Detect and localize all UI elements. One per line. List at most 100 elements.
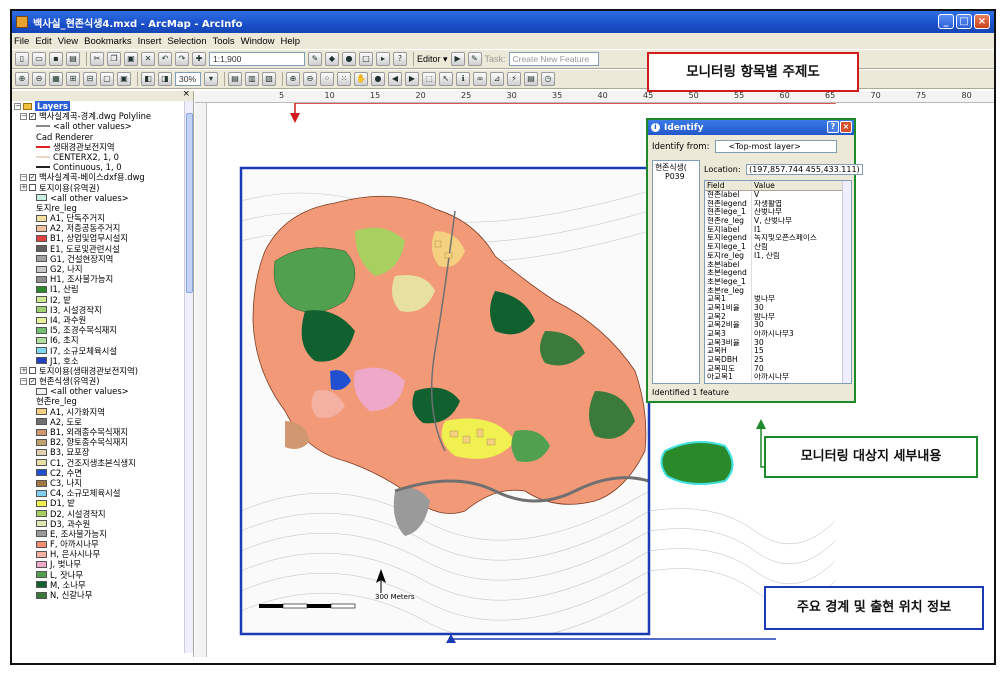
toc-root[interactable]: − Layers: [12, 101, 184, 112]
open-folder-icon[interactable]: ▭: [32, 52, 46, 66]
menu-window[interactable]: Window: [241, 36, 275, 47]
fixed-zoom-in-icon[interactable]: ⁘: [320, 72, 334, 86]
redo-icon[interactable]: ↷: [175, 52, 189, 66]
toc-close-icon[interactable]: ×: [182, 91, 190, 99]
new-document-icon[interactable]: ▯: [15, 52, 29, 66]
focus-frame-icon[interactable]: ▥: [245, 72, 259, 86]
next-extent-icon[interactable]: ◨: [158, 72, 172, 86]
select-elements-icon[interactable]: ↖: [439, 72, 453, 86]
editor-toolbar-icon[interactable]: ✎: [308, 52, 322, 66]
attribute-row[interactable]: 아교목1 아까시나무: [705, 373, 851, 383]
hyperlink-icon[interactable]: ⚡: [507, 72, 521, 86]
map-scale-combo[interactable]: 1:1,900: [209, 52, 305, 66]
save-icon[interactable]: ▪: [49, 52, 63, 66]
attribute-row[interactable]: 교목1비율 30: [705, 303, 851, 313]
layer-visibility-checkbox[interactable]: ✓: [29, 377, 36, 385]
value-column-header[interactable]: Value: [752, 181, 842, 190]
identify-tree-feature[interactable]: P039: [655, 172, 697, 181]
expand-icon[interactable]: −: [20, 173, 27, 181]
attribute-row[interactable]: 교목2 밤나무: [705, 312, 851, 322]
html-popup-icon[interactable]: ▤: [524, 72, 538, 86]
layer-visibility-checkbox[interactable]: ✓: [29, 112, 36, 120]
maximize-button[interactable]: □: [956, 14, 972, 29]
command-line-icon[interactable]: □: [359, 52, 373, 66]
identify-tree-layer[interactable]: 현존식생(: [655, 163, 697, 172]
attribute-row[interactable]: 토지label I1: [705, 225, 851, 235]
attribute-row[interactable]: 현존label V: [705, 191, 851, 200]
catalog-icon[interactable]: ●: [342, 52, 356, 66]
select-features-icon[interactable]: ⬚: [422, 72, 436, 86]
edit-tool-icon[interactable]: ▶: [450, 52, 465, 66]
toc-scrollbar[interactable]: [184, 101, 193, 653]
menu-selection[interactable]: Selection: [167, 36, 206, 47]
minimize-button[interactable]: _: [938, 14, 954, 29]
zoom-whole-page-icon[interactable]: ▢: [100, 72, 114, 86]
task-combo[interactable]: Create New Feature: [508, 52, 599, 66]
back-arrow-icon[interactable]: ◀: [388, 72, 402, 86]
attribute-row[interactable]: 현존re_leg V, 산벚나무: [705, 217, 851, 226]
expand-icon[interactable]: −: [20, 112, 27, 120]
attribute-row[interactable]: 초본lege_1: [705, 277, 851, 287]
map-view[interactable]: 5 10 15 20 25 30 35 40 45 50 55 60 65 70 75 80 300 Mete…: [195, 91, 996, 657]
toc-layer-item[interactable]: − ✓ 백사실계곡-베이스dxf용.dwg: [12, 172, 184, 182]
model-builder-icon[interactable]: ▸: [376, 52, 390, 66]
layer-visibility-checkbox[interactable]: ✓: [29, 173, 36, 181]
attribute-row[interactable]: 토지legend 녹지및오픈스페이스: [705, 234, 851, 244]
identify-icon[interactable]: ℹ: [456, 72, 470, 86]
identify-from-select[interactable]: <Top-most layer>: [715, 140, 838, 153]
menu-insert[interactable]: Insert: [138, 36, 162, 47]
undo-icon[interactable]: ↶: [158, 52, 172, 66]
toc-scroll-thumb[interactable]: [186, 113, 193, 293]
collapse-icon[interactable]: −: [14, 102, 21, 110]
attribute-row[interactable]: 교목H 15: [705, 347, 851, 357]
attribute-row[interactable]: 교목3 아까시나무3: [705, 330, 851, 339]
layout-zoom-out-icon[interactable]: ⊟: [83, 72, 97, 86]
print-icon[interactable]: ▤: [66, 52, 80, 66]
menu-file[interactable]: File: [14, 36, 29, 47]
attribute-row[interactable]: 초본label: [705, 260, 851, 270]
fixed-zoom-out-icon[interactable]: ⁙: [337, 72, 351, 86]
attribute-row[interactable]: 교목1 벚나무: [705, 295, 851, 304]
attribute-row[interactable]: 교목3비율 30: [705, 338, 851, 348]
sketch-tool-icon[interactable]: ✎: [467, 52, 482, 66]
expand-icon[interactable]: −: [20, 377, 27, 385]
arctoolbox-icon[interactable]: ◆: [325, 52, 339, 66]
time-slider-icon[interactable]: ◷: [541, 72, 555, 86]
attribute-row[interactable]: 초본legend: [705, 269, 851, 278]
previous-extent-icon[interactable]: ◧: [141, 72, 155, 86]
zoom-in-fixed-icon[interactable]: ⊕: [15, 72, 29, 86]
help-icon[interactable]: ?: [827, 121, 839, 133]
pan-hand-icon[interactable]: ✋: [354, 72, 368, 86]
attribute-row[interactable]: 교목피도 70: [705, 364, 851, 374]
menu-tools[interactable]: Tools: [212, 36, 234, 47]
cut-icon[interactable]: ✂: [90, 52, 104, 66]
attribute-row[interactable]: 토지re_leg I1, 산림: [705, 251, 851, 261]
draft-mode-icon[interactable]: ▤: [228, 72, 242, 86]
add-data-icon[interactable]: ✚: [192, 52, 206, 66]
toc-layer-item[interactable]: − ✓ 백사실계곡-경계.dwg Polyline: [12, 111, 184, 121]
zoom-100-icon[interactable]: ▣: [117, 72, 131, 86]
menu-help[interactable]: Help: [280, 36, 300, 47]
toc-layer-item[interactable]: + 토지이용(유역권): [12, 183, 184, 193]
zoom-in-icon[interactable]: ⊕: [286, 72, 300, 86]
expand-icon[interactable]: +: [20, 367, 27, 375]
map-canvas[interactable]: [195, 91, 996, 657]
attribute-row[interactable]: 교목2비율 30: [705, 321, 851, 330]
change-layout-icon[interactable]: ▧: [262, 72, 276, 86]
zoom-out-fixed-icon[interactable]: ⊖: [32, 72, 46, 86]
whats-this-icon[interactable]: ?: [393, 52, 407, 66]
identify-grid-scrollbar[interactable]: [842, 181, 851, 383]
full-extent-globe-icon[interactable]: ●: [371, 72, 385, 86]
menu-bookmarks[interactable]: Bookmarks: [84, 36, 132, 47]
attribute-row[interactable]: 현존legend 자생활엽: [705, 199, 851, 209]
close-button[interactable]: ×: [974, 14, 990, 29]
forward-arrow-icon[interactable]: ▶: [405, 72, 419, 86]
find-binoculars-icon[interactable]: ∞: [473, 72, 487, 86]
attribute-row[interactable]: 초본re_leg: [705, 286, 851, 296]
editor-menu[interactable]: Editor ▾: [417, 54, 448, 65]
layout-zoom-icon[interactable]: ⊞: [66, 72, 80, 86]
menu-edit[interactable]: Edit: [35, 36, 51, 47]
attribute-row[interactable]: 교목DBH 25: [705, 356, 851, 365]
zoom-out-icon[interactable]: ⊖: [303, 72, 317, 86]
delete-icon[interactable]: ✕: [141, 52, 155, 66]
